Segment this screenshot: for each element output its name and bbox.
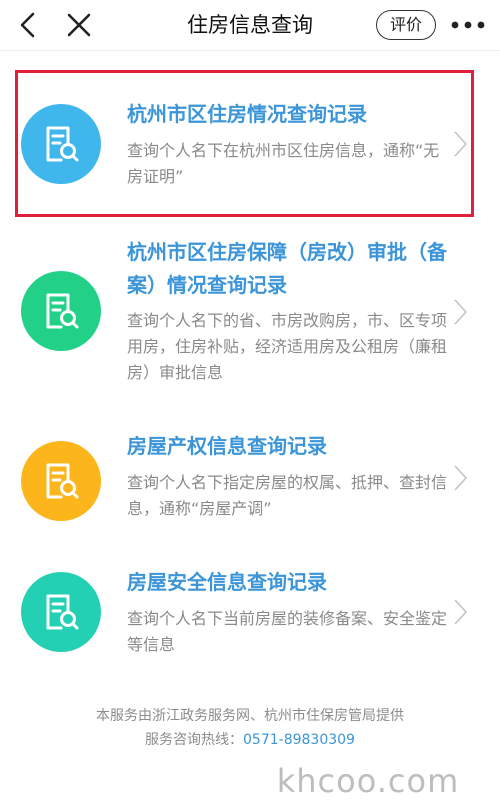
item-icon-circle [21, 271, 101, 351]
hotline-label: 服务咨询热线： [145, 732, 244, 748]
watermark: khcoo.com [276, 762, 460, 800]
item-description: 查询个人名下的省、市房改购房，市、区专项用房，住房补贴，经济适用房及公租房（廉租… [127, 311, 448, 382]
chevron-right-icon [454, 299, 468, 325]
document-search-icon [46, 463, 79, 499]
item-title: 杭州市区住房保障（房改）审批（备案）情况查询记录 [127, 240, 447, 297]
document-search-icon [46, 594, 79, 630]
footer-provider: 本服务由浙江政务服务网、杭州市住保房管局提供 [96, 708, 404, 724]
list-item-housing-safety-record[interactable]: 房屋安全信息查询记录 查询个人名下当前房屋的装修备案、安全鉴定等信息 [0, 560, 500, 670]
footer-hotline: 服务咨询热线：0571-89830309 [0, 728, 500, 752]
list-item-property-rights-record[interactable]: 房屋产权信息查询记录 查询个人名下指定房屋的权属、抵押、查封信息，通称“房屋产调… [0, 420, 500, 550]
highlight-box [15, 70, 474, 217]
list-item-housing-security-record[interactable]: 杭州市区住房保障（房改）审批（备案）情况查询记录 查询个人名下的省、市房改购房，… [0, 230, 500, 400]
footer: 本服务由浙江政务服务网、杭州市住保房管局提供 服务咨询热线：0571-89830… [0, 704, 500, 752]
chevron-right-icon [454, 465, 468, 491]
rate-button[interactable]: 评价 [376, 10, 436, 40]
chevron-right-icon [454, 599, 468, 625]
more-icon[interactable] [448, 14, 488, 36]
hotline-number-link[interactable]: 0571-89830309 [243, 732, 355, 748]
item-icon-circle [21, 441, 101, 521]
document-search-icon [46, 293, 79, 329]
item-title: 房屋安全信息查询记录 [127, 570, 327, 594]
item-description: 查询个人名下当前房屋的装修备案、安全鉴定等信息 [127, 609, 448, 654]
item-title: 房屋产权信息查询记录 [127, 434, 327, 458]
nav-divider [0, 50, 500, 51]
item-description: 查询个人名下指定房屋的权属、抵押、查封信息，通称“房屋产调” [127, 473, 448, 518]
nav-bar: 住房信息查询 评价 [0, 0, 500, 52]
item-icon-circle [21, 572, 101, 652]
